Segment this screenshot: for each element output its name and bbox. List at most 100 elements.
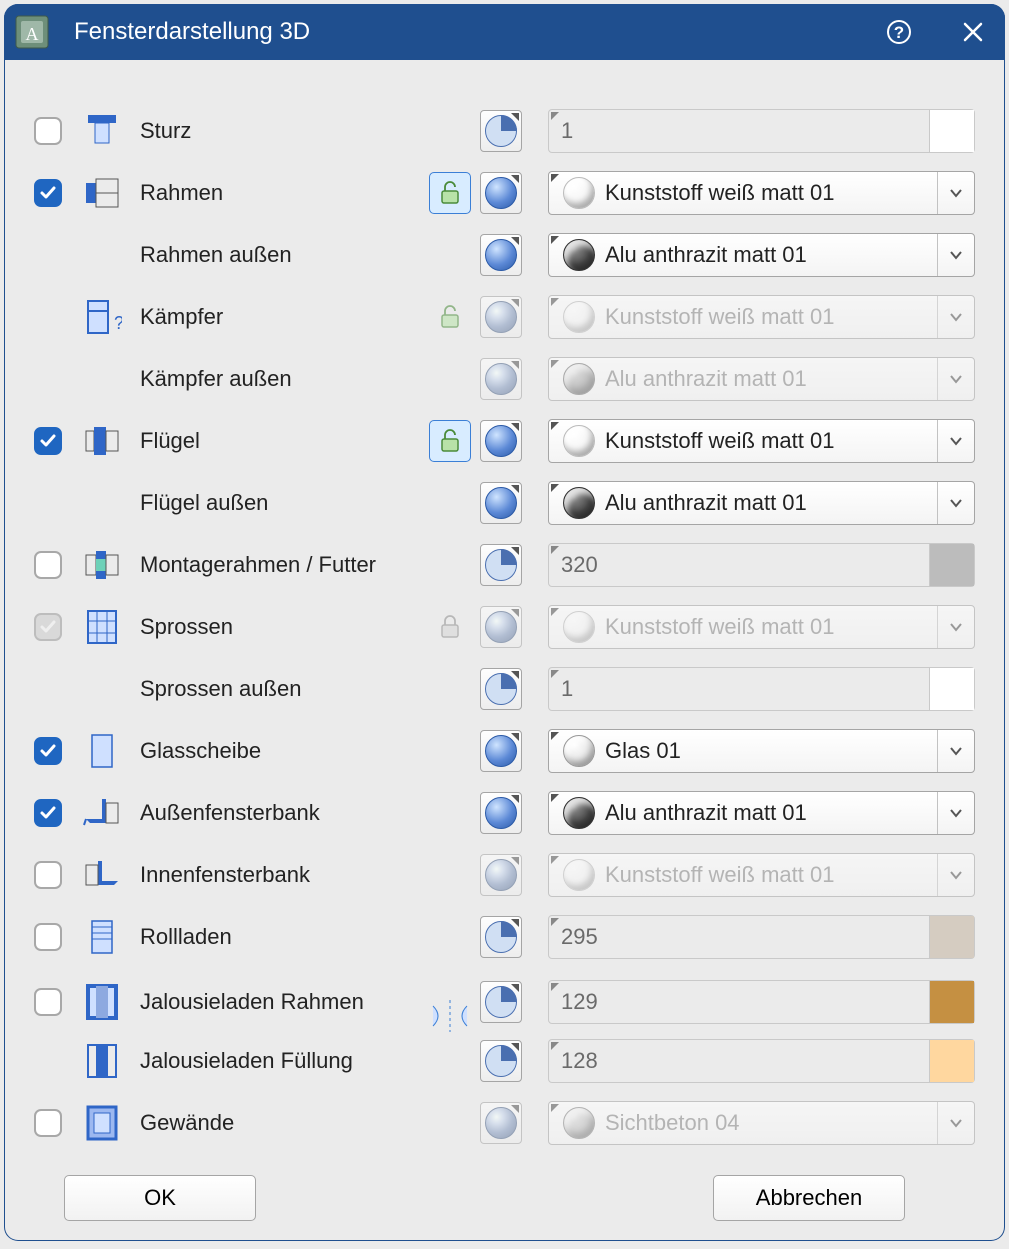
ok-button[interactable]: OK bbox=[64, 1175, 256, 1221]
color-value-montagerahmen[interactable]: 320 bbox=[548, 543, 975, 587]
checkbox-gewaende[interactable] bbox=[34, 1109, 62, 1137]
label-sturz: Sturz bbox=[140, 118, 420, 144]
row-kaempfer-aussen: Kämpfer außen Alu anthrazit matt 01 bbox=[34, 348, 975, 410]
app-icon: A bbox=[14, 14, 50, 50]
chevron-down-icon bbox=[937, 606, 974, 648]
material-mode-gewaende[interactable] bbox=[480, 1102, 522, 1144]
footer: OK Abbrechen bbox=[4, 1155, 1005, 1241]
material-preview-icon bbox=[563, 487, 595, 519]
material-preview-icon bbox=[563, 177, 595, 209]
checkbox-sprossen bbox=[34, 613, 62, 641]
lock-toggle-rahmen[interactable] bbox=[429, 172, 471, 214]
checkbox-rollladen[interactable] bbox=[34, 923, 62, 951]
material-select-rahmen-aussen[interactable]: Alu anthrazit matt 01 bbox=[548, 233, 975, 277]
titlebar: A Fensterdarstellung 3D ? bbox=[4, 4, 1005, 60]
checkbox-fluegel[interactable] bbox=[34, 427, 62, 455]
content-area: Sturz 1 Rahmen Kunststoff weiß matt 01 bbox=[4, 60, 1005, 1155]
material-mode-sprossen[interactable] bbox=[480, 606, 522, 648]
lock-toggle-fluegel[interactable] bbox=[429, 420, 471, 462]
window-title: Fensterdarstellung 3D bbox=[66, 18, 869, 46]
checkbox-montagerahmen[interactable] bbox=[34, 551, 62, 579]
row-icon-innenfensterbank bbox=[82, 855, 122, 895]
material-select-kaempfer[interactable]: Kunststoff weiß matt 01 bbox=[548, 295, 975, 339]
material-select-fluegel-aussen[interactable]: Alu anthrazit matt 01 bbox=[548, 481, 975, 525]
material-mode-innenfensterbank[interactable] bbox=[480, 854, 522, 896]
color-mode-jalousie-rahmen[interactable] bbox=[480, 981, 522, 1023]
row-innenfensterbank: Innenfensterbank Kunststoff weiß matt 01 bbox=[34, 844, 975, 906]
label-montagerahmen: Montagerahmen / Futter bbox=[140, 552, 420, 578]
color-value-sprossen-aussen[interactable]: 1 bbox=[548, 667, 975, 711]
row-icon-rollladen bbox=[82, 917, 122, 957]
svg-text:?: ? bbox=[894, 23, 904, 42]
help-icon[interactable]: ? bbox=[885, 18, 913, 46]
row-icon-montagerahmen bbox=[82, 545, 122, 585]
chevron-down-icon bbox=[937, 234, 974, 276]
material-preview-icon bbox=[563, 611, 595, 643]
lock-toggle-sprossen bbox=[430, 607, 470, 647]
checkbox-innenfensterbank[interactable] bbox=[34, 861, 62, 889]
swatch-rollladen bbox=[929, 916, 974, 958]
material-select-innenfensterbank[interactable]: Kunststoff weiß matt 01 bbox=[548, 853, 975, 897]
row-icon-kaempfer: ? bbox=[82, 297, 122, 337]
material-select-aussenfensterbank[interactable]: Alu anthrazit matt 01 bbox=[548, 791, 975, 835]
material-mode-rahmen-aussen[interactable] bbox=[480, 234, 522, 276]
material-select-sprossen[interactable]: Kunststoff weiß matt 01 bbox=[548, 605, 975, 649]
swatch-montagerahmen bbox=[929, 544, 974, 586]
row-rahmen: Rahmen Kunststoff weiß matt 01 bbox=[34, 162, 975, 224]
color-value-rollladen[interactable]: 295 bbox=[548, 915, 975, 959]
chevron-down-icon bbox=[937, 854, 974, 896]
color-value-sturz[interactable]: 1 bbox=[548, 109, 975, 153]
row-glasscheibe: Glasscheibe Glas 01 bbox=[34, 720, 975, 782]
checkbox-jalousie-rahmen[interactable] bbox=[34, 988, 62, 1016]
color-mode-sturz[interactable] bbox=[480, 110, 522, 152]
checkbox-glasscheibe[interactable] bbox=[34, 737, 62, 765]
row-icon-sturz bbox=[82, 111, 122, 151]
material-preview-icon bbox=[563, 301, 595, 333]
material-select-gewaende[interactable]: Sichtbeton 04 bbox=[548, 1101, 975, 1145]
row-icon-jalousie-rahmen bbox=[82, 982, 122, 1022]
material-mode-fluegel-aussen[interactable] bbox=[480, 482, 522, 524]
cancel-button[interactable]: Abbrechen bbox=[713, 1175, 905, 1221]
color-mode-rollladen[interactable] bbox=[480, 916, 522, 958]
mirror-icon[interactable] bbox=[427, 996, 473, 1036]
label-kaempfer-aussen: Kämpfer außen bbox=[140, 366, 420, 392]
material-preview-icon bbox=[563, 239, 595, 271]
material-preview-icon bbox=[563, 735, 595, 767]
material-mode-fluegel[interactable] bbox=[480, 420, 522, 462]
row-icon-gewaende bbox=[82, 1103, 122, 1143]
row-montagerahmen: Montagerahmen / Futter 320 bbox=[34, 534, 975, 596]
material-mode-kaempfer-aussen[interactable] bbox=[480, 358, 522, 400]
close-icon[interactable] bbox=[959, 18, 987, 46]
label-rahmen: Rahmen bbox=[140, 180, 420, 206]
color-mode-jalousie-fuellung[interactable] bbox=[480, 1040, 522, 1082]
row-icon-sprossen bbox=[82, 607, 122, 647]
label-jalousie-rahmen: Jalousieladen Rahmen bbox=[140, 989, 420, 1015]
row-icon-fluegel bbox=[82, 421, 122, 461]
chevron-down-icon bbox=[937, 1102, 974, 1144]
label-glasscheibe: Glasscheibe bbox=[140, 738, 420, 764]
material-mode-glasscheibe[interactable] bbox=[480, 730, 522, 772]
swatch-sturz bbox=[929, 110, 974, 152]
material-mode-kaempfer[interactable] bbox=[480, 296, 522, 338]
color-mode-montagerahmen[interactable] bbox=[480, 544, 522, 586]
color-value-jalousie-rahmen[interactable]: 129 bbox=[548, 980, 975, 1024]
checkbox-sturz[interactable] bbox=[34, 117, 62, 145]
row-sprossen-aussen: Sprossen außen 1 bbox=[34, 658, 975, 720]
row-sprossen: Sprossen Kunststoff weiß matt 01 bbox=[34, 596, 975, 658]
material-mode-aussenfensterbank[interactable] bbox=[480, 792, 522, 834]
material-mode-rahmen[interactable] bbox=[480, 172, 522, 214]
row-rahmen-aussen: Rahmen außen Alu anthrazit matt 01 bbox=[34, 224, 975, 286]
label-fluegel: Flügel bbox=[140, 428, 420, 454]
lock-toggle-kaempfer[interactable] bbox=[430, 297, 470, 337]
dialog-window: A Fensterdarstellung 3D ? Sturz bbox=[4, 4, 1005, 1241]
checkbox-rahmen[interactable] bbox=[34, 179, 62, 207]
material-select-fluegel[interactable]: Kunststoff weiß matt 01 bbox=[548, 419, 975, 463]
material-select-glasscheibe[interactable]: Glas 01 bbox=[548, 729, 975, 773]
checkbox-aussenfensterbank[interactable] bbox=[34, 799, 62, 827]
color-value-jalousie-fuellung[interactable]: 128 bbox=[548, 1039, 975, 1083]
material-preview-icon bbox=[563, 859, 595, 891]
color-mode-sprossen-aussen[interactable] bbox=[480, 668, 522, 710]
row-icon-rahmen bbox=[82, 173, 122, 213]
material-select-kaempfer-aussen[interactable]: Alu anthrazit matt 01 bbox=[548, 357, 975, 401]
material-select-rahmen[interactable]: Kunststoff weiß matt 01 bbox=[548, 171, 975, 215]
